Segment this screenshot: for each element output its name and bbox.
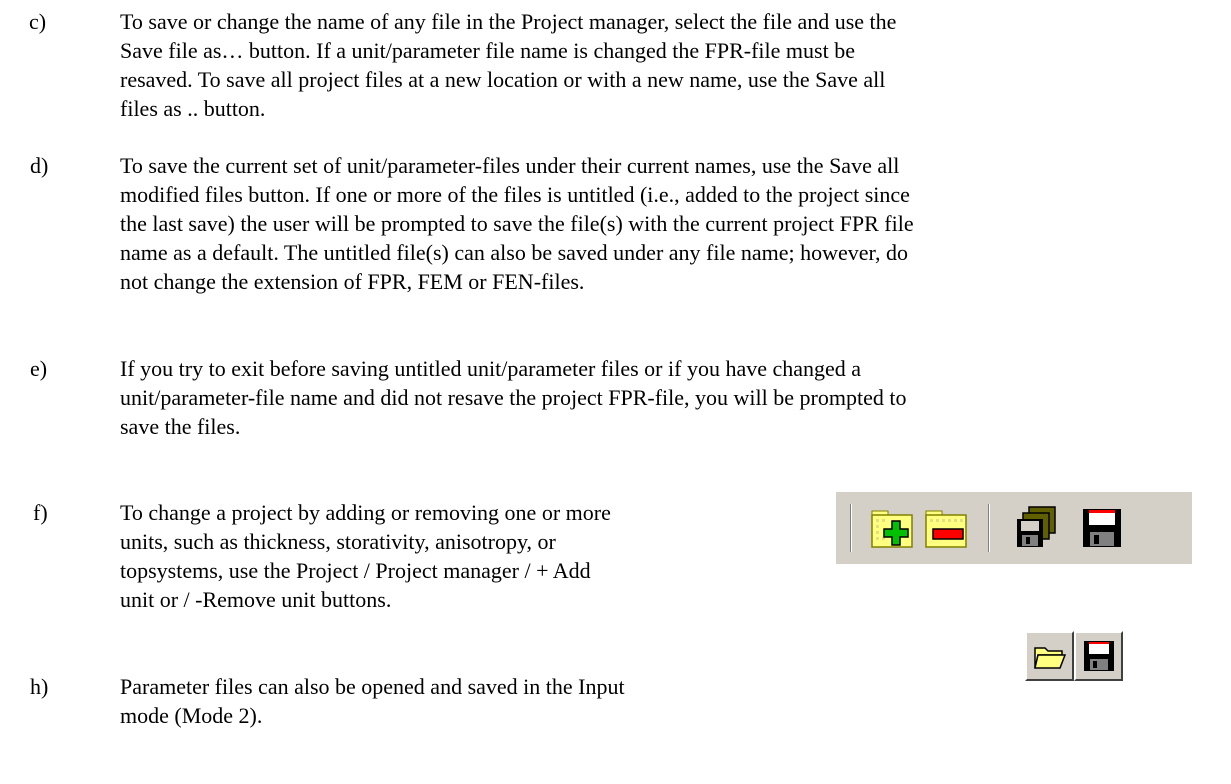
text-line: topsystems, use the Project / Project ma… [120,558,591,583]
text-line: To save the current set of unit/paramete… [120,153,900,178]
save-all-files-icon[interactable] [1013,505,1059,551]
item-text: If you try to exit before saving untitle… [120,354,906,441]
item-letter: h) [30,674,49,699]
item-letter: e) [30,356,48,381]
item-letter: f) [33,500,48,525]
add-unit-icon[interactable] [870,505,916,551]
text-line: To change a project by adding or removin… [120,500,611,525]
save-file-button[interactable] [1074,631,1123,681]
text-line: To save or change the name of any file i… [120,9,897,34]
text-line: Save file as… button. If a unit/paramete… [120,38,855,63]
item-letter: c) [29,9,47,34]
item-text: Parameter files can also be opened and s… [120,672,625,730]
input-mode-toolbar [1025,631,1123,681]
project-manager-toolbar [836,492,1192,564]
text-line: name as a default. The untitled file(s) … [120,240,908,265]
open-file-button[interactable] [1025,631,1074,681]
text-line: modified files button. If one or more of… [120,182,910,207]
text-line: not change the extension of FPR, FEM or … [120,269,585,294]
text-line: unit or / -Remove unit buttons. [120,587,392,612]
text-line: If you try to exit before saving untitle… [120,356,862,381]
text-line: the last save) the user will be prompted… [120,211,914,236]
open-file-icon [1034,647,1067,669]
remove-unit-icon[interactable] [924,505,970,551]
item-text: To save or change the name of any file i… [120,7,896,123]
save-file-icon [1084,641,1114,671]
save-file-icon[interactable] [1079,505,1125,551]
toolbar-separator [850,504,852,552]
item-text: To change a project by adding or removin… [120,498,611,614]
text-line: unit/parameter-file name and did not res… [120,385,907,410]
text-line: files as .. button. [120,96,266,121]
text-line: mode (Mode 2). [120,703,263,728]
toolbar-separator [988,504,990,552]
text-line: units, such as thickness, storativity, a… [120,529,556,554]
text-line: Parameter files can also be opened and s… [120,674,625,699]
item-letter: d) [30,153,49,178]
item-text: To save the current set of unit/paramete… [120,151,914,296]
text-line: save the files. [120,414,241,439]
text-line: resaved. To save all project files at a … [120,67,886,92]
